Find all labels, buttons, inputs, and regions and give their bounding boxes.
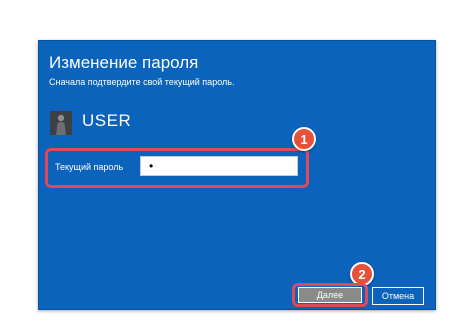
current-password-input[interactable]: • xyxy=(140,156,298,176)
user-avatar xyxy=(50,111,72,135)
password-mask: • xyxy=(149,159,154,173)
change-password-dialog: Изменение пароля Сначала подтвердите сво… xyxy=(38,40,436,310)
dialog-title: Изменение пароля xyxy=(49,53,199,72)
step-badge-1: 1 xyxy=(292,127,316,151)
cancel-button[interactable]: Отмена xyxy=(372,287,424,305)
next-button-highlight: Далее xyxy=(292,283,368,307)
user-silhouette-icon xyxy=(50,111,72,135)
user-name: USER xyxy=(82,111,132,130)
dialog-subtitle: Сначала подтвердите свой текущий пароль. xyxy=(49,77,235,87)
next-button[interactable]: Далее xyxy=(298,287,362,303)
current-password-highlight: Текущий пароль • xyxy=(45,148,309,188)
current-password-label: Текущий пароль xyxy=(55,162,124,172)
